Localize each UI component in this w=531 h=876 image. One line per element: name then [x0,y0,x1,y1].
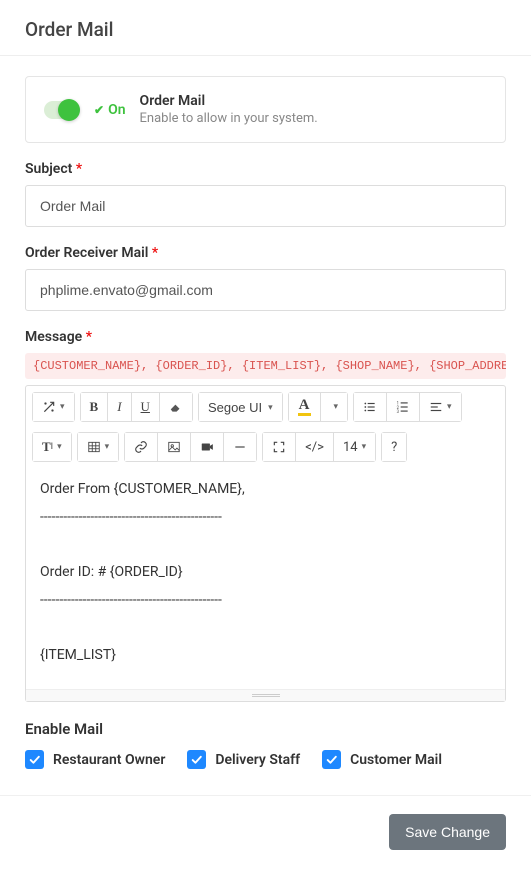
unordered-list-icon[interactable] [354,393,387,421]
page-title: Order Mail [25,18,506,41]
svg-text:3: 3 [397,409,400,414]
caret-icon: ▾ [362,442,367,452]
editor-line: ----------------------------------------… [40,590,491,612]
toggle-subtitle: Enable to allow in your system. [140,111,318,126]
subject-input[interactable] [25,185,506,227]
message-editor[interactable]: Order From {CUSTOMER_NAME}, -------------… [26,465,505,689]
caret-icon: ▾ [105,442,110,452]
check-label: Delivery Staff [215,752,300,768]
enable-mail-option[interactable]: Customer Mail [322,750,442,769]
italic-button[interactable]: I [108,393,131,421]
font-size-select[interactable]: 14▾ [334,433,375,461]
editor-line: Order ID: # {ORDER_ID} [40,562,491,584]
editor-line [40,673,491,689]
heading-button[interactable]: TI▾ [33,433,71,461]
toggle-knob [58,99,80,121]
page-header: Order Mail [0,0,531,56]
receiver-input[interactable] [25,269,506,311]
editor-line: {ITEM_LIST} [40,645,491,667]
required-asterisk: * [152,245,158,261]
eraser-icon[interactable] [160,393,192,421]
subject-label: Subject * [25,161,506,177]
underline-button[interactable]: U [132,393,160,421]
font-name-select[interactable]: Segoe UI▾ [199,393,282,421]
checkbox-icon [322,750,341,769]
save-button[interactable]: Save Change [389,814,506,850]
caret-icon: ▾ [334,402,339,412]
caret-icon: ▾ [447,402,452,412]
order-mail-toggle[interactable] [44,101,80,119]
editor-line [40,534,491,556]
toggle-status: ✔ On [94,102,126,118]
resize-handle[interactable] [26,689,505,701]
enable-mail-option[interactable]: Delivery Staff [187,750,300,769]
message-label: Message * [25,329,506,345]
magic-icon[interactable]: ▾ [33,393,74,421]
bold-button[interactable]: B [81,393,109,421]
enable-mail-title: Enable Mail [25,720,506,738]
required-asterisk: * [86,329,92,345]
caret-icon: ▾ [268,402,273,413]
required-asterisk: * [76,161,82,177]
editor-toolbar: ▾ B I U Segoe UI▾ [26,386,505,465]
check-label: Restaurant Owner [53,752,165,768]
editor-line: Order From {CUSTOMER_NAME}, [40,479,491,501]
checkbox-icon [187,750,206,769]
editor-line: ----------------------------------------… [40,507,491,529]
toggle-title: Order Mail [140,93,318,109]
code-view-button[interactable]: </> [296,433,334,461]
link-icon[interactable] [125,433,158,461]
receiver-label: Order Receiver Mail * [25,245,506,261]
placeholder-hints: {CUSTOMER_NAME}, {ORDER_ID}, {ITEM_LIST}… [25,353,506,379]
font-color-button[interactable]: A [289,393,321,421]
paragraph-align-icon[interactable]: ▾ [420,393,461,421]
font-color-caret[interactable]: ▾ [321,393,348,421]
caret-icon: ▾ [57,442,62,452]
fullscreen-icon[interactable] [263,433,296,461]
toggle-text: Order Mail Enable to allow in your syste… [140,93,318,126]
video-icon[interactable] [191,433,224,461]
check-label: Customer Mail [350,752,442,768]
table-icon[interactable]: ▾ [78,433,119,461]
footer: Save Change [0,795,531,872]
check-icon: ✔ [94,103,104,117]
editor-line [40,617,491,639]
checkbox-icon [25,750,44,769]
editor: ▾ B I U Segoe UI▾ [25,385,506,702]
help-button[interactable]: ? [382,433,406,461]
caret-icon: ▾ [60,402,65,412]
enable-mail-option[interactable]: Restaurant Owner [25,750,165,769]
ordered-list-icon[interactable]: 123 [387,393,420,421]
image-icon[interactable] [158,433,191,461]
enable-mail-options: Restaurant Owner Delivery Staff Customer M… [25,750,506,769]
toggle-card: ✔ On Order Mail Enable to allow in your … [25,76,506,143]
hr-icon[interactable] [224,433,256,461]
toggle-status-label: On [108,102,125,118]
